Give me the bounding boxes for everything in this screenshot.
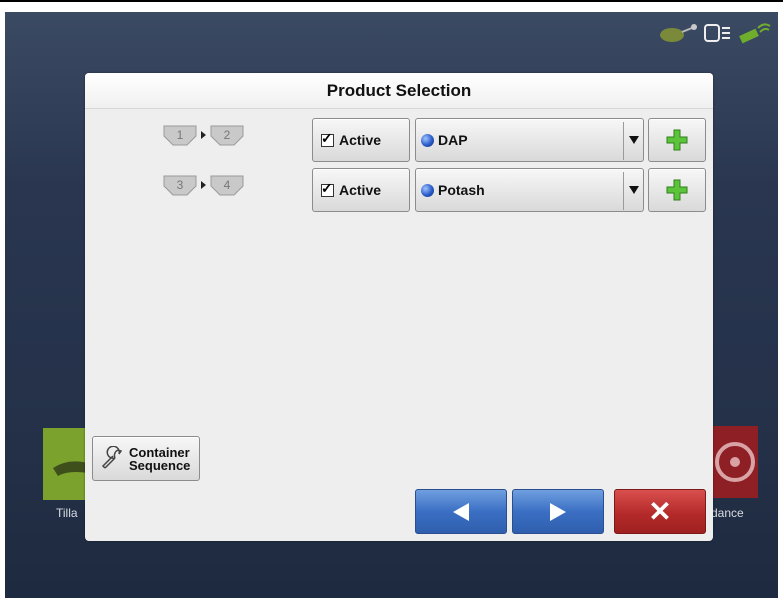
cancel-button[interactable]: ✕	[614, 489, 706, 534]
bin-arrow-icon	[201, 181, 206, 189]
blue-dot-icon	[421, 184, 434, 197]
close-icon: ✕	[648, 495, 672, 527]
display-icon[interactable]	[704, 22, 732, 44]
blue-dot-icon	[421, 134, 434, 147]
arrow-left-icon	[453, 502, 469, 521]
container-sequence-button[interactable]: Container Sequence	[92, 436, 200, 481]
arrow-right-icon	[550, 502, 566, 521]
active-toggle-button[interactable]: ✓ Active	[312, 168, 410, 212]
plus-icon	[666, 179, 688, 201]
wrench-icon	[101, 445, 123, 469]
dropdown-arrow-icon[interactable]	[629, 136, 639, 144]
tillage-tile[interactable]	[43, 428, 88, 500]
bin-icon: 2	[210, 125, 244, 146]
gps-signal-icon[interactable]	[738, 20, 774, 46]
steering-wheel-icon	[715, 442, 755, 482]
product-dropdown[interactable]: Potash	[415, 168, 644, 212]
dropdown-divider	[623, 172, 624, 210]
bin-arrow-icon	[201, 131, 206, 139]
product-row: 1 2 ✓ Active DAP	[85, 118, 713, 164]
plus-icon	[666, 129, 688, 151]
bin-icon: 1	[163, 125, 197, 146]
product-name: DAP	[438, 132, 468, 148]
implement-icon[interactable]	[658, 22, 698, 44]
active-checkbox[interactable]: ✓	[321, 180, 334, 197]
tillage-icon	[53, 461, 88, 476]
dialog-title: Product Selection	[85, 73, 713, 109]
active-checkbox[interactable]: ✓	[321, 130, 334, 147]
bin-group: 3 4	[163, 174, 244, 196]
guidance-tile[interactable]	[713, 426, 758, 498]
active-label: Active	[339, 182, 382, 198]
product-name: Potash	[438, 182, 485, 198]
svg-text:1: 1	[177, 128, 184, 142]
product-selection-dialog: Product Selection 1 2 ✓ Active DAP 3 4 ✓…	[85, 73, 713, 541]
dropdown-divider	[623, 122, 624, 160]
top-border	[0, 0, 783, 2]
dropdown-arrow-icon[interactable]	[629, 186, 639, 194]
next-button[interactable]	[512, 489, 604, 534]
bin-group: 1 2	[163, 124, 244, 146]
product-row: 3 4 ✓ Active Potash	[85, 168, 713, 214]
svg-text:4: 4	[224, 178, 231, 192]
bin-icon: 4	[210, 175, 244, 196]
back-button[interactable]	[415, 489, 507, 534]
tillage-label: Tilla	[56, 506, 78, 520]
active-label: Active	[339, 132, 382, 148]
status-bar	[658, 16, 774, 50]
svg-text:3: 3	[177, 178, 184, 192]
guidance-label: dance	[711, 506, 744, 520]
add-product-button[interactable]	[648, 168, 706, 212]
svg-text:2: 2	[224, 128, 231, 142]
container-sequence-label: Container Sequence	[129, 444, 191, 473]
product-dropdown[interactable]: DAP	[415, 118, 644, 162]
active-toggle-button[interactable]: ✓ Active	[312, 118, 410, 162]
add-product-button[interactable]	[648, 118, 706, 162]
bin-icon: 3	[163, 175, 197, 196]
